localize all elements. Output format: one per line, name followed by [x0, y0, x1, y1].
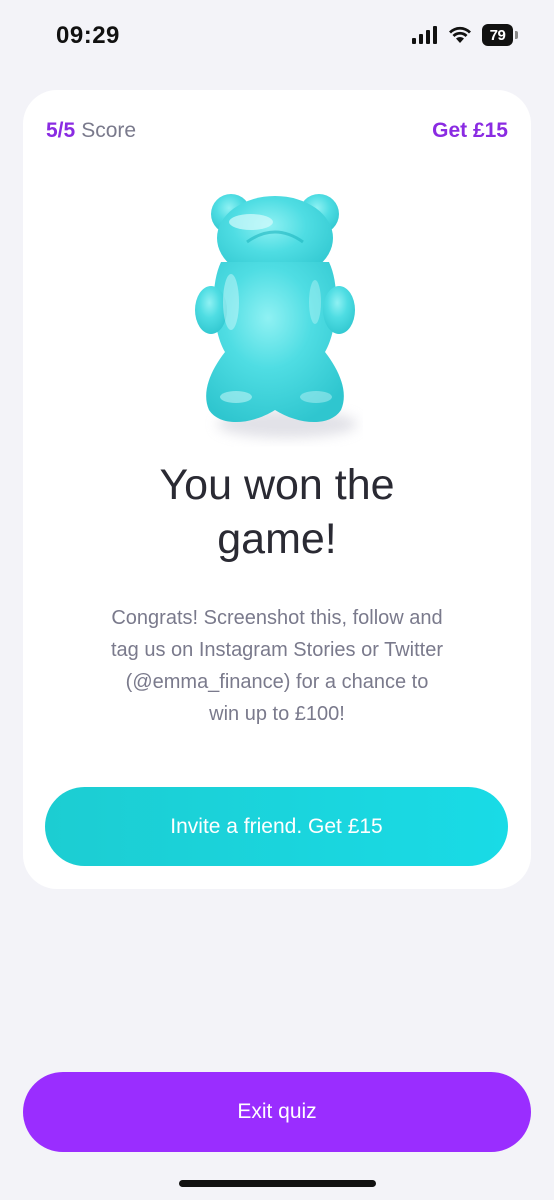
result-card: 5/5 Score Get £15 You won the game! Cong… [23, 90, 531, 889]
congrats-message: Congrats! Screenshot this, follow and ta… [57, 602, 497, 730]
gummy-bear-icon [191, 192, 363, 452]
status-time: 09:29 [56, 22, 120, 49]
message-line: (@emma_finance) for a chance to [125, 671, 429, 693]
result-title-line: You won the [159, 461, 395, 509]
get-reward-link[interactable]: Get £15 [432, 119, 508, 143]
invite-friend-button[interactable]: Invite a friend. Get £15 [45, 787, 508, 866]
result-title-line: game! [217, 515, 337, 563]
card-header: 5/5 Score Get £15 [46, 116, 508, 146]
score-value: 5/5 [46, 119, 76, 142]
message-line: tag us on Instagram Stories or Twitter [110, 639, 443, 661]
battery-level: 79 [489, 26, 506, 44]
status-bar: 09:29 79 [0, 0, 554, 70]
signal-icon [412, 26, 437, 44]
score: 5/5 Score [46, 119, 136, 143]
wifi-icon [449, 26, 471, 43]
score-label: Score [81, 119, 137, 142]
status-icons: 79 [412, 24, 518, 46]
message-line: win up to £100! [209, 703, 345, 725]
exit-quiz-button[interactable]: Exit quiz [23, 1072, 531, 1152]
home-indicator[interactable] [179, 1180, 376, 1187]
result-title: You won the game! [43, 458, 511, 566]
battery-icon: 79 [482, 24, 518, 46]
message-line: Congrats! Screenshot this, follow and [111, 607, 443, 629]
